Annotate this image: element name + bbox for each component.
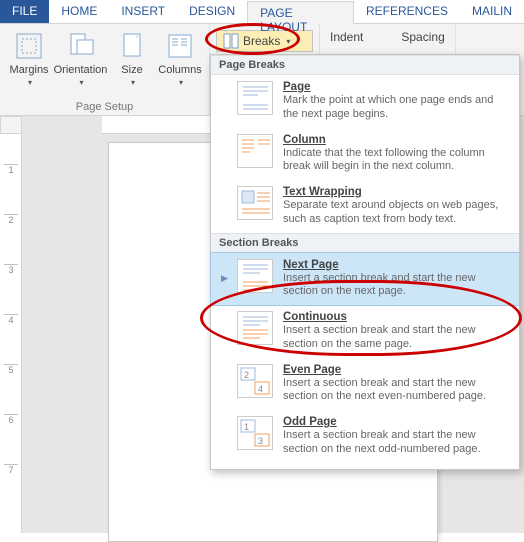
tab-references[interactable]: REFERENCES <box>354 0 460 23</box>
next-page-icon <box>237 259 273 293</box>
ruler-tick: 3 <box>4 264 18 275</box>
menu-item-even-page[interactable]: 24 Even Page Insert a section break and … <box>211 358 519 411</box>
ruler-tick: 6 <box>4 414 18 425</box>
menu-item-title: Next Page <box>283 259 509 271</box>
ruler-tick: 7 <box>4 464 18 475</box>
ruler-tick: 1 <box>4 164 18 175</box>
chevron-down-icon: ▾ <box>79 78 83 87</box>
tab-file[interactable]: FILE <box>0 0 49 23</box>
ruler-tick: 2 <box>4 214 18 225</box>
menu-item-title: Page <box>283 81 509 93</box>
svg-text:1: 1 <box>244 422 249 432</box>
margins-icon <box>13 30 45 62</box>
menu-item-title: Text Wrapping <box>283 186 509 198</box>
menu-item-desc: Separate text around objects on web page… <box>283 199 509 227</box>
section-page-breaks: Page Breaks <box>211 55 519 75</box>
page-break-icon <box>237 81 273 115</box>
size-icon <box>116 30 148 62</box>
ribbon-tabs: FILE HOME INSERT DESIGN PAGE LAYOUT REFE… <box>0 0 524 24</box>
menu-item-title: Column <box>283 134 509 146</box>
ruler-tick: 5 <box>4 364 18 375</box>
menu-item-next-page[interactable]: ▶ Next Page Insert a section break and s… <box>211 253 519 306</box>
breaks-icon <box>223 33 239 49</box>
menu-item-continuous[interactable]: Continuous Insert a section break and st… <box>211 305 519 358</box>
menu-item-text-wrapping[interactable]: Text Wrapping Separate text around objec… <box>211 180 519 233</box>
orientation-icon <box>65 30 97 62</box>
menu-item-desc: Insert a section break and start the new… <box>283 324 509 352</box>
size-label: Size <box>121 64 142 76</box>
menu-item-desc: Insert a section break and start the new… <box>283 429 509 457</box>
ruler-corner <box>0 116 22 134</box>
tab-insert[interactable]: INSERT <box>109 0 177 23</box>
columns-button[interactable]: Columns ▾ <box>157 28 203 89</box>
columns-label: Columns <box>158 64 201 76</box>
tab-design[interactable]: DESIGN <box>177 0 247 23</box>
even-page-icon: 24 <box>237 364 273 398</box>
chevron-down-icon: ▾ <box>28 78 32 87</box>
menu-item-page[interactable]: Page Mark the point at which one page en… <box>211 75 519 128</box>
column-break-icon <box>237 134 273 168</box>
menu-item-title: Continuous <box>283 311 509 323</box>
odd-page-icon: 13 <box>237 416 273 450</box>
svg-text:4: 4 <box>258 384 263 394</box>
group-page-setup: Margins ▾ Orientation ▾ Size ▾ <box>0 24 210 115</box>
size-button[interactable]: Size ▾ <box>109 28 155 89</box>
vertical-ruler[interactable]: 1 2 3 4 5 6 7 <box>0 116 22 533</box>
tab-page-layout[interactable]: PAGE LAYOUT <box>247 1 354 24</box>
menu-item-odd-page[interactable]: 13 Odd Page Insert a section break and s… <box>211 410 519 463</box>
selected-marker-icon: ▶ <box>221 273 227 284</box>
menu-item-desc: Insert a section break and start the new… <box>283 377 509 405</box>
chevron-down-icon: ▾ <box>286 37 290 46</box>
margins-label: Margins <box>9 64 48 76</box>
menu-item-title: Even Page <box>283 364 509 376</box>
continuous-icon <box>237 311 273 345</box>
svg-text:3: 3 <box>258 436 263 446</box>
menu-item-title: Odd Page <box>283 416 509 428</box>
group-caption-page-setup: Page Setup <box>6 99 203 113</box>
breaks-label: Breaks <box>243 34 280 48</box>
tab-mailings[interactable]: MAILIN <box>460 0 524 23</box>
ruler-tick: 4 <box>4 314 18 325</box>
orientation-label: Orientation <box>54 64 108 76</box>
breaks-menu: Page Breaks Page Mark the point at which… <box>210 54 520 470</box>
menu-item-desc: Indicate that the text following the col… <box>283 147 509 175</box>
margins-button[interactable]: Margins ▾ <box>6 28 52 89</box>
text-wrap-icon <box>237 186 273 220</box>
orientation-button[interactable]: Orientation ▾ <box>54 28 107 89</box>
svg-text:2: 2 <box>244 370 249 380</box>
chevron-down-icon: ▾ <box>179 78 183 87</box>
section-section-breaks: Section Breaks <box>211 233 519 253</box>
chevron-down-icon: ▾ <box>131 78 135 87</box>
menu-item-column[interactable]: Column Indicate that the text following … <box>211 128 519 181</box>
menu-item-desc: Insert a section break and start the new… <box>283 272 509 300</box>
columns-icon <box>164 30 196 62</box>
menu-item-desc: Mark the point at which one page ends an… <box>283 94 509 122</box>
tab-home[interactable]: HOME <box>49 0 109 23</box>
